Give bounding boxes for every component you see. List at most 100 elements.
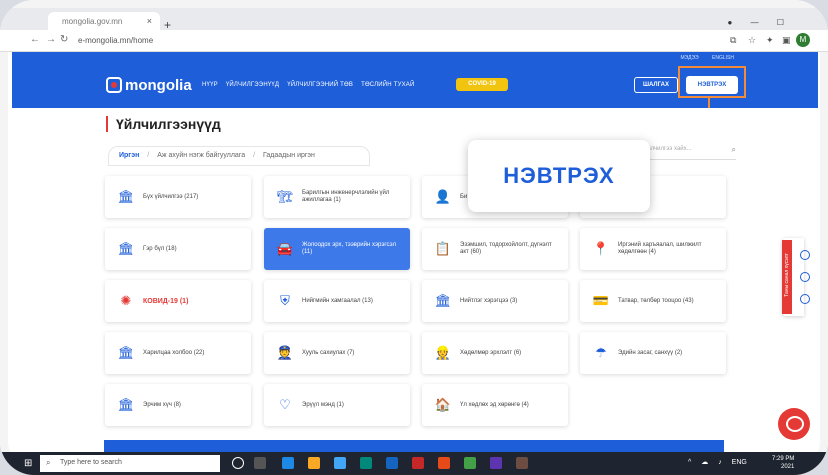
service-card[interactable]: 👮 Хууль сахиулах (7) <box>264 332 410 374</box>
logo-mark-icon <box>106 77 122 93</box>
taskbar-search[interactable]: ⌕ Type here to search <box>40 455 220 472</box>
check-button[interactable]: ШАЛГАХ <box>634 77 678 93</box>
task-view-icon[interactable] <box>254 457 266 469</box>
service-card[interactable]: ☂ Эдийн засаг, санхүү (2) <box>580 332 726 374</box>
nav-service-center[interactable]: ҮЙЛЧИЛГЭЭНИЙ ТӨВ <box>287 82 353 88</box>
url-field[interactable]: e-mongolia.mn/home <box>78 36 153 45</box>
tab-foreigner[interactable]: Гадаадын иргэн <box>263 152 315 159</box>
forward-icon[interactable]: → <box>46 34 56 45</box>
login-highlight-box <box>678 66 746 98</box>
covid-button[interactable]: COVID-19 <box>456 78 508 91</box>
window-controls: ● — ☐ <box>712 18 784 27</box>
top-links: МЭДЭЭ ENGLISH <box>668 55 734 61</box>
star-icon[interactable]: ☆ <box>748 35 756 46</box>
service-card-label: Нийгмийн хамгаалал (13) <box>302 297 373 304</box>
taskbar-clock[interactable]: 7:29 PM 2021 <box>772 455 794 471</box>
service-card[interactable]: 🏛 Харилцаа холбоо (22) <box>105 332 251 374</box>
telegram-icon[interactable] <box>386 457 398 469</box>
bank-icon: 🏛 <box>434 293 452 308</box>
skype-icon[interactable] <box>360 457 372 469</box>
certificate-icon: 📋 <box>434 241 452 256</box>
profile-dot-icon[interactable]: ● <box>728 18 733 27</box>
clock-time: 7:29 PM <box>772 456 795 462</box>
acrobat-icon[interactable] <box>412 457 424 469</box>
extension-icon[interactable]: ✦ <box>766 35 774 46</box>
check-circle-icon[interactable] <box>800 250 810 260</box>
app-icon[interactable] <box>490 457 502 469</box>
service-card-label: Хөдөлмөр эрхлэлт (6) <box>460 349 522 356</box>
cloud-icon[interactable]: ☁ <box>701 459 708 466</box>
puzzle-icon[interactable]: ▣ <box>782 35 791 46</box>
edge-icon[interactable] <box>282 457 294 469</box>
lightbulb-icon[interactable] <box>800 294 810 304</box>
shield-icon: ⛨ <box>280 293 290 308</box>
nav-home[interactable]: НҮҮР <box>202 82 218 88</box>
store-icon[interactable] <box>334 457 346 469</box>
check-circle-icon[interactable] <box>800 272 810 282</box>
browser-tab[interactable]: mongolia.gov.mn × <box>48 12 160 30</box>
taskbar-search-icon: ⌕ <box>46 458 51 467</box>
login-popup-callout[interactable]: НЭВТРЭХ <box>468 140 650 212</box>
reload-icon[interactable]: ↻ <box>60 34 68 45</box>
service-card[interactable]: 💳 Татвар, төлбөр тооцоо (43) <box>580 280 726 322</box>
top-link-english[interactable]: ENGLISH <box>712 55 734 61</box>
service-card-label: КОВИД-19 (1) <box>143 297 189 305</box>
car-icon: 🚘 <box>276 241 294 256</box>
service-card-label: Татвар, төлбөр тооцоо (43) <box>618 297 694 304</box>
service-card-label: Бүх үйлчилгээ (217) <box>143 193 199 200</box>
service-card[interactable]: ⛨ Нийгмийн хамгаалал (13) <box>264 280 410 322</box>
clock-date: 2021 <box>781 464 795 470</box>
service-card[interactable]: 🚘 Жолоодох эрх, тээврийн хэрэгсэл (11) <box>264 228 410 270</box>
service-card[interactable]: 📍 Иргэний харъяалал, шилжилт хөдөлгөөн (4… <box>580 228 726 270</box>
powerpoint-icon[interactable] <box>438 457 450 469</box>
maximize-icon[interactable]: ☐ <box>777 18 784 27</box>
audience-tabs: Иргэн / Аж ахуйн нэгж байгууллага / Гада… <box>108 146 370 166</box>
feedback-tab[interactable]: Таны санал хүсэлт <box>782 240 792 314</box>
tab-close-icon[interactable]: × <box>147 16 152 26</box>
tab-organization[interactable]: Аж ахуйн нэгж байгууллага <box>157 152 245 159</box>
service-card-label: Нийтлэг хэрэгцээ (3) <box>460 297 518 304</box>
service-card[interactable]: 🏛 Бүх үйлчилгээ (217) <box>105 176 251 218</box>
tab-citizen[interactable]: Иргэн <box>119 152 139 159</box>
volume-icon[interactable]: ♪ <box>718 459 722 466</box>
construction-icon: 🏗 <box>276 189 294 204</box>
nav-about[interactable]: ТӨСЛИЙН ТУХАЙ <box>361 82 414 88</box>
worker-icon: 👷 <box>434 345 452 360</box>
nav-services[interactable]: ҮЙЛЧИЛГЭЭНҮҮД <box>226 82 279 88</box>
windows-start-icon[interactable]: ⊞ <box>24 458 32 469</box>
cortana-icon[interactable] <box>232 457 244 469</box>
service-card-label: Эзэмшил, тодорхойлолт, дүгнэлт акт (60) <box>460 242 552 255</box>
top-link-news[interactable]: МЭДЭЭ <box>680 55 698 61</box>
service-card[interactable]: ✺ КОВИД-19 (1) <box>105 280 251 322</box>
back-icon[interactable]: ← <box>30 34 40 45</box>
service-search-input[interactable]: Үйлчилгээ хайх... ⌕ <box>644 142 736 160</box>
service-card[interactable]: 👷 Хөдөлмөр эрхлэлт (6) <box>422 332 568 374</box>
service-card[interactable]: 🏠 Үл хөдлөх эд хөрөнгө (4) <box>422 384 568 426</box>
profile-avatar[interactable]: M <box>796 33 810 47</box>
tray-chevron-icon[interactable]: ^ <box>688 459 691 466</box>
windows-taskbar: ⊞ ⌕ Type here to search ^ ☁ ♪ ENG 7:29 P… <box>0 452 828 475</box>
service-card[interactable]: 📋 Эзэмшил, тодорхойлолт, дүгнэлт акт (60) <box>422 228 568 270</box>
service-card[interactable]: ♡ Эрүүл мэнд (1) <box>264 384 410 426</box>
service-card[interactable]: 🏛 Нийтлэг хэрэгцээ (3) <box>422 280 568 322</box>
house-icon: 🏠 <box>434 397 452 412</box>
umbrella-icon: ☂ <box>595 345 607 360</box>
service-card[interactable]: 🏛 Эрчим хүч (8) <box>105 384 251 426</box>
site-logo[interactable]: mongolia <box>106 76 192 94</box>
virus-icon: ✺ <box>120 293 132 308</box>
language-indicator[interactable]: ENG <box>732 459 747 466</box>
messenger-chat-icon[interactable] <box>778 408 810 440</box>
share-icon[interactable]: ⧉ <box>730 35 736 46</box>
browser-tab-title: mongolia.gov.mn <box>62 17 123 26</box>
chrome-icon[interactable] <box>464 457 476 469</box>
search-icon[interactable]: ⌕ <box>732 145 736 155</box>
app-icon[interactable] <box>516 457 528 469</box>
service-card[interactable]: 🏗 Барилгын инженерчлэлийн үйл ажиллагаа (… <box>264 176 410 218</box>
tab-separator: / <box>147 152 150 159</box>
file-explorer-icon[interactable] <box>308 457 320 469</box>
bottom-banner <box>104 440 724 452</box>
service-card[interactable]: 🏛 Гэр бүл (18) <box>105 228 251 270</box>
screenshot-frame: mongolia.gov.mn × + ● — ☐ ← → ↻ e-mongol… <box>0 0 828 475</box>
minimize-icon[interactable]: — <box>751 18 759 27</box>
tower-icon: 🏛 <box>117 345 135 360</box>
